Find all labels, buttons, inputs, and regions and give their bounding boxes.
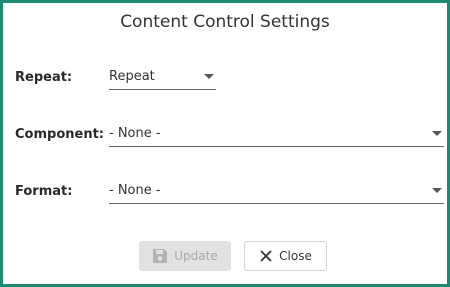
repeat-select-value: Repeat	[109, 69, 155, 84]
update-button[interactable]: Update	[139, 241, 231, 271]
dialog-title: Content Control Settings	[120, 12, 330, 32]
chevron-down-icon	[432, 188, 442, 193]
format-label: Format:	[15, 184, 73, 199]
format-select[interactable]: - None -	[109, 183, 444, 204]
format-select-value: - None -	[109, 183, 161, 198]
chevron-down-icon	[432, 131, 442, 136]
component-label: Component:	[15, 127, 104, 142]
close-button-label: Close	[279, 249, 312, 263]
update-button-label: Update	[174, 249, 218, 263]
repeat-select[interactable]: Repeat	[109, 69, 216, 90]
close-icon	[259, 249, 273, 263]
content-control-settings-dialog: Content Control Settings Repeat: Repeat …	[0, 0, 450, 287]
chevron-down-icon	[204, 74, 214, 79]
close-button[interactable]: Close	[244, 241, 327, 271]
repeat-label: Repeat:	[15, 70, 73, 85]
save-icon	[152, 248, 168, 264]
component-select-value: - None -	[109, 126, 161, 141]
component-select[interactable]: - None -	[109, 126, 444, 147]
